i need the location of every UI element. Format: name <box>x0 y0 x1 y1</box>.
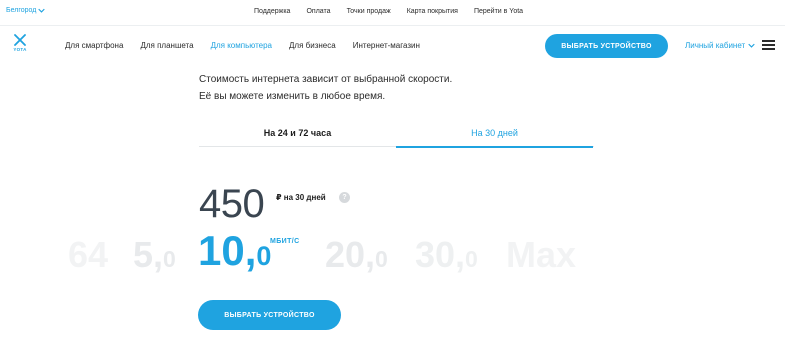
nav-item-tablet[interactable]: Для планшета <box>140 41 193 50</box>
speed-dec: 0 <box>256 241 272 271</box>
nav-item-smartphone[interactable]: Для смартфона <box>65 41 123 50</box>
yota-logo-icon <box>14 34 26 46</box>
logo-text: YOTA <box>13 47 27 52</box>
top-bar: Белгород Поддержка Оплата Точки продаж К… <box>0 0 785 26</box>
intro-line-2: Её вы можете изменить в любое время. <box>199 91 386 102</box>
speed-dec: 0 <box>163 246 176 272</box>
speed-int: 30, <box>415 234 466 275</box>
speed-int: 10, <box>198 227 257 274</box>
intro-text: Стоимость интернета зависит от выбранной… <box>199 71 452 105</box>
yota-logo[interactable]: YOTA <box>11 34 29 60</box>
speed-option-20[interactable]: 20,0 <box>325 233 388 281</box>
tab-30-days[interactable]: На 30 дней <box>396 118 593 148</box>
tab-24-72-hours[interactable]: На 24 и 72 часа <box>199 118 396 147</box>
select-device-button[interactable]: ВЫБРАТЬ УСТРОЙСТВО <box>198 300 341 330</box>
speed-int: Max <box>506 234 577 275</box>
speed-option-30[interactable]: 30,0 <box>415 233 478 281</box>
speed-dec: 0 <box>375 246 388 272</box>
top-link-go-to-yota[interactable]: Перейти в Yota <box>474 8 523 15</box>
personal-account-menu[interactable]: Личный кабинет <box>685 41 755 50</box>
speed-option-64[interactable]: 64 <box>68 233 108 277</box>
personal-account-label: Личный кабинет <box>685 41 746 50</box>
top-link-coverage-map[interactable]: Карта покрытия <box>407 8 458 15</box>
top-link-payment[interactable]: Оплата <box>306 8 330 15</box>
speed-option-5[interactable]: 5,0 <box>133 233 176 281</box>
speed-unit: МБИТ/С <box>270 238 300 245</box>
question-icon[interactable]: ? <box>339 192 350 203</box>
speed-option-10-selected[interactable]: 10,0 <box>198 229 271 278</box>
chevron-down-icon <box>748 43 755 48</box>
select-device-button-header[interactable]: ВЫБРАТЬ УСТРОЙСТВО <box>545 34 668 58</box>
main-nav: Для смартфона Для планшета Для компьютер… <box>65 41 437 50</box>
speed-dec: 0 <box>465 246 478 272</box>
top-link-stores[interactable]: Точки продаж <box>347 8 391 15</box>
price-value: 450 <box>199 182 265 226</box>
top-links: Поддержка Оплата Точки продаж Карта покр… <box>0 8 785 15</box>
speed-option-max[interactable]: Max <box>506 233 576 277</box>
nav-item-business[interactable]: Для бизнеса <box>289 41 336 50</box>
price-unit: ₽ на 30 дней <box>276 193 326 202</box>
nav-item-computer[interactable]: Для компьютера <box>211 41 272 50</box>
speed-int: 5, <box>133 234 164 275</box>
speed-int: 64 <box>68 234 109 275</box>
intro-line-1: Стоимость интернета зависит от выбранной… <box>199 74 453 85</box>
top-link-support[interactable]: Поддержка <box>254 8 291 15</box>
hamburger-menu-icon[interactable] <box>762 40 775 50</box>
speed-int: 20, <box>325 234 376 275</box>
nav-item-online-store[interactable]: Интернет-магазин <box>353 41 420 50</box>
tariff-period-tabs: На 24 и 72 часа На 30 дней <box>199 118 594 148</box>
